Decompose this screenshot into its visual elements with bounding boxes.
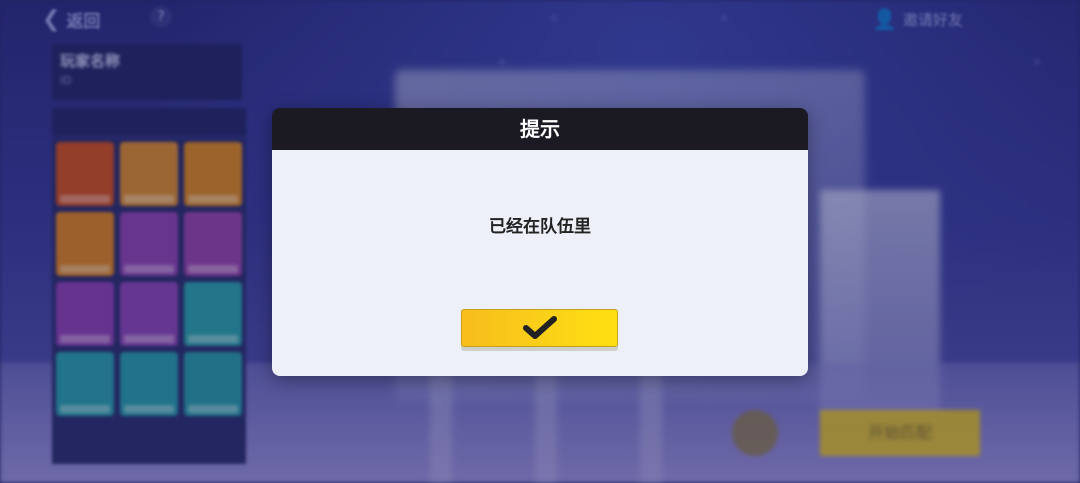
checkmark-icon bbox=[522, 316, 557, 339]
confirm-button[interactable] bbox=[461, 309, 618, 347]
prompt-dialog: 提示 已经在队伍里 bbox=[272, 108, 808, 376]
dialog-message: 已经在队伍里 bbox=[489, 217, 591, 237]
dialog-title: 提示 bbox=[272, 108, 808, 150]
dialog-body: 已经在队伍里 bbox=[272, 150, 808, 376]
